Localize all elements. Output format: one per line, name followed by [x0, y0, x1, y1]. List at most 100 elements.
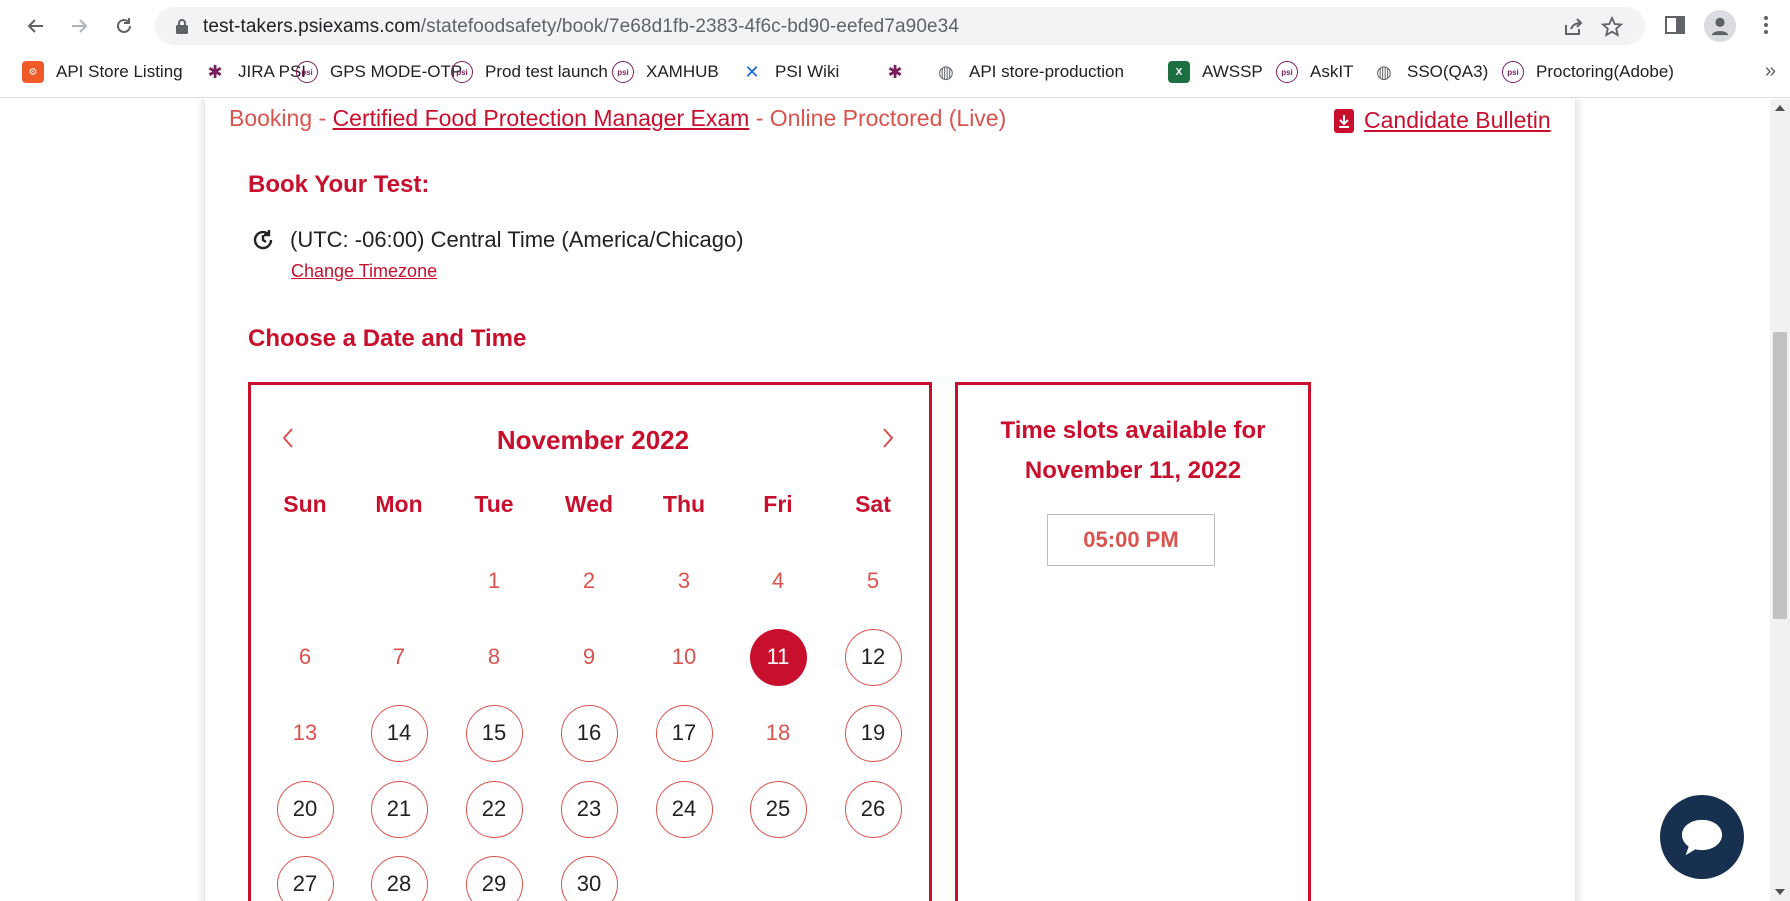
page-scrollbar[interactable] [1770, 99, 1790, 901]
address-bar[interactable]: test-takers.psiexams.com/statefoodsafety… [155, 7, 1645, 45]
calendar-day[interactable]: 28 [370, 855, 428, 901]
calendar-day: 18 [765, 720, 791, 745]
book-test-heading: Book Your Test: [248, 171, 430, 198]
psi-icon: psi [451, 61, 473, 83]
calendar-day: 7 [392, 644, 406, 669]
weekday-header: Wed [564, 491, 614, 517]
calendar-day[interactable]: 20 [276, 780, 334, 838]
reload-icon[interactable] [108, 10, 140, 42]
weekday-header: Sun [283, 491, 327, 517]
time-slots-title: Time slots available for November 11, 20… [958, 411, 1308, 491]
bookmark-label: AWSSP [1202, 62, 1263, 81]
calendar-day[interactable]: 12 [844, 628, 902, 686]
bookmark-label: GPS MODE-OTP [330, 62, 463, 81]
bookmark-item[interactable]: psi Proctoring(Adobe) [1502, 59, 1674, 85]
side-panel-icon[interactable] [1660, 10, 1690, 40]
weekday-header: Thu [662, 491, 706, 517]
bookmark-label: Prod test launch [485, 62, 608, 81]
choose-date-heading: Choose a Date and Time [248, 325, 527, 352]
share-icon[interactable] [1562, 16, 1584, 38]
calendar-day[interactable]: 23 [560, 780, 618, 838]
bookmarks-overflow-button[interactable]: » [1765, 60, 1776, 83]
bookmark-item[interactable]: psi AskIT [1276, 59, 1353, 85]
psi-icon: psi [1276, 61, 1298, 83]
calendar-day[interactable]: 16 [560, 704, 618, 762]
bookmarks-bar: ⚙ API Store Listing ✱ JIRA PSI psi GPS MODE-O… [0, 56, 1790, 86]
calendar-day[interactable]: 15 [465, 704, 523, 762]
calendar-day[interactable]: 27 [276, 855, 334, 901]
weekday-header: Mon [375, 491, 423, 517]
calendar-day[interactable]: 26 [844, 780, 902, 838]
change-timezone-link[interactable]: Change Timezone [291, 261, 437, 282]
psi-icon: psi [296, 61, 318, 83]
calendar-day[interactable]: 29 [465, 855, 523, 901]
calendar-day: 4 [771, 568, 785, 593]
bookmark-star-icon[interactable] [1601, 16, 1623, 38]
calendar-day[interactable]: 30 [560, 855, 618, 901]
next-month-icon[interactable] [873, 423, 903, 453]
time-slots-title-line1: Time slots available for [1000, 417, 1266, 444]
calendar-day[interactable]: 22 [465, 780, 523, 838]
back-icon[interactable] [20, 10, 52, 42]
bookmark-item[interactable]: psi XAMHUB [612, 59, 719, 85]
calendar-day: 6 [298, 644, 312, 669]
url-path: /statefoodsafety/book/7e68d1fb-2383-4f6c… [420, 16, 960, 37]
bookmark-label: SSO(QA3) [1407, 62, 1489, 81]
calendar-day: 13 [292, 720, 318, 745]
bookmark-label: Proctoring(Adobe) [1536, 62, 1674, 81]
bookmark-item[interactable]: ✱ [884, 59, 918, 85]
calendar-day[interactable]: 19 [844, 704, 902, 762]
forward-icon[interactable] [63, 10, 95, 42]
bookmark-item[interactable]: ⚙ API Store Listing [22, 59, 183, 85]
bookmark-item[interactable]: ◍ SSO(QA3) [1373, 59, 1488, 85]
timezone-row: (UTC: -06:00) Central Time (America/Chic… [250, 227, 744, 253]
bookmark-item[interactable]: ✕ PSI Wiki [741, 59, 839, 85]
scroll-down-icon[interactable] [1775, 889, 1785, 895]
confluence-icon: ✕ [744, 61, 760, 82]
bookmark-item[interactable]: X AWSSP [1168, 59, 1263, 85]
bookmark-item[interactable]: ✱ JIRA PSI [204, 59, 306, 85]
psi-icon: psi [612, 61, 634, 83]
scroll-up-icon[interactable] [1775, 105, 1785, 111]
bookmark-item[interactable]: psi GPS MODE-OTP [296, 59, 462, 85]
scroll-thumb[interactable] [1773, 332, 1787, 619]
kebab-menu-icon[interactable] [1751, 10, 1781, 40]
excel-icon: X [1168, 61, 1190, 83]
calendar-day: 1 [487, 568, 501, 593]
calendar-day[interactable]: 24 [655, 780, 713, 838]
profile-avatar-icon[interactable] [1704, 10, 1736, 42]
clock-refresh-icon [253, 230, 273, 250]
time-slots-date: November 11, 2022 [1024, 457, 1242, 484]
breadcrumb: Booking - Certified Food Protection Mana… [229, 105, 1006, 132]
globe-icon: ◍ [1376, 61, 1392, 82]
bookmark-item[interactable]: ◍ API store-production [935, 59, 1124, 85]
api-store-icon: ⚙ [22, 61, 44, 83]
calendar-day-selected[interactable]: 11 [749, 628, 807, 686]
calendar-day[interactable]: 14 [370, 704, 428, 762]
weekday-header: Tue [474, 491, 514, 517]
bookmark-label: API store-production [969, 62, 1124, 81]
calendar-day[interactable]: 21 [370, 780, 428, 838]
bulletin-label: Candidate Bulletin [1364, 107, 1551, 133]
calendar: November 2022 Sun Mon Tue Wed Thu Fri Sat 1 2 3 4 5… [248, 382, 932, 901]
calendar-day[interactable]: 25 [749, 780, 807, 838]
time-slot-button[interactable]: 05:00 PM [1047, 514, 1215, 566]
calendar-day: 9 [582, 644, 596, 669]
bookmark-label: XAMHUB [646, 62, 719, 81]
jira-icon: ✱ [887, 61, 903, 82]
exam-link[interactable]: Certified Food Protection Manager Exam [333, 105, 750, 131]
lock-icon [176, 19, 188, 34]
timezone-label: (UTC: -06:00) Central Time (America/Chic… [290, 227, 744, 252]
candidate-bulletin-link[interactable]: Candidate Bulletin [1334, 107, 1551, 134]
url-text: test-takers.psiexams.com/statefoodsafety… [203, 16, 959, 38]
bookmark-label: PSI Wiki [775, 62, 840, 81]
calendar-day: 10 [671, 644, 697, 669]
bookmark-item[interactable]: psi Prod test launch [451, 59, 608, 85]
calendar-day: 2 [582, 568, 596, 593]
chat-icon[interactable] [1660, 795, 1744, 879]
bookmark-label: API Store Listing [56, 62, 183, 81]
calendar-day: 8 [487, 644, 501, 669]
calendar-day: 3 [677, 568, 691, 593]
calendar-day[interactable]: 17 [655, 704, 713, 762]
weekday-header: Fri [763, 491, 793, 517]
